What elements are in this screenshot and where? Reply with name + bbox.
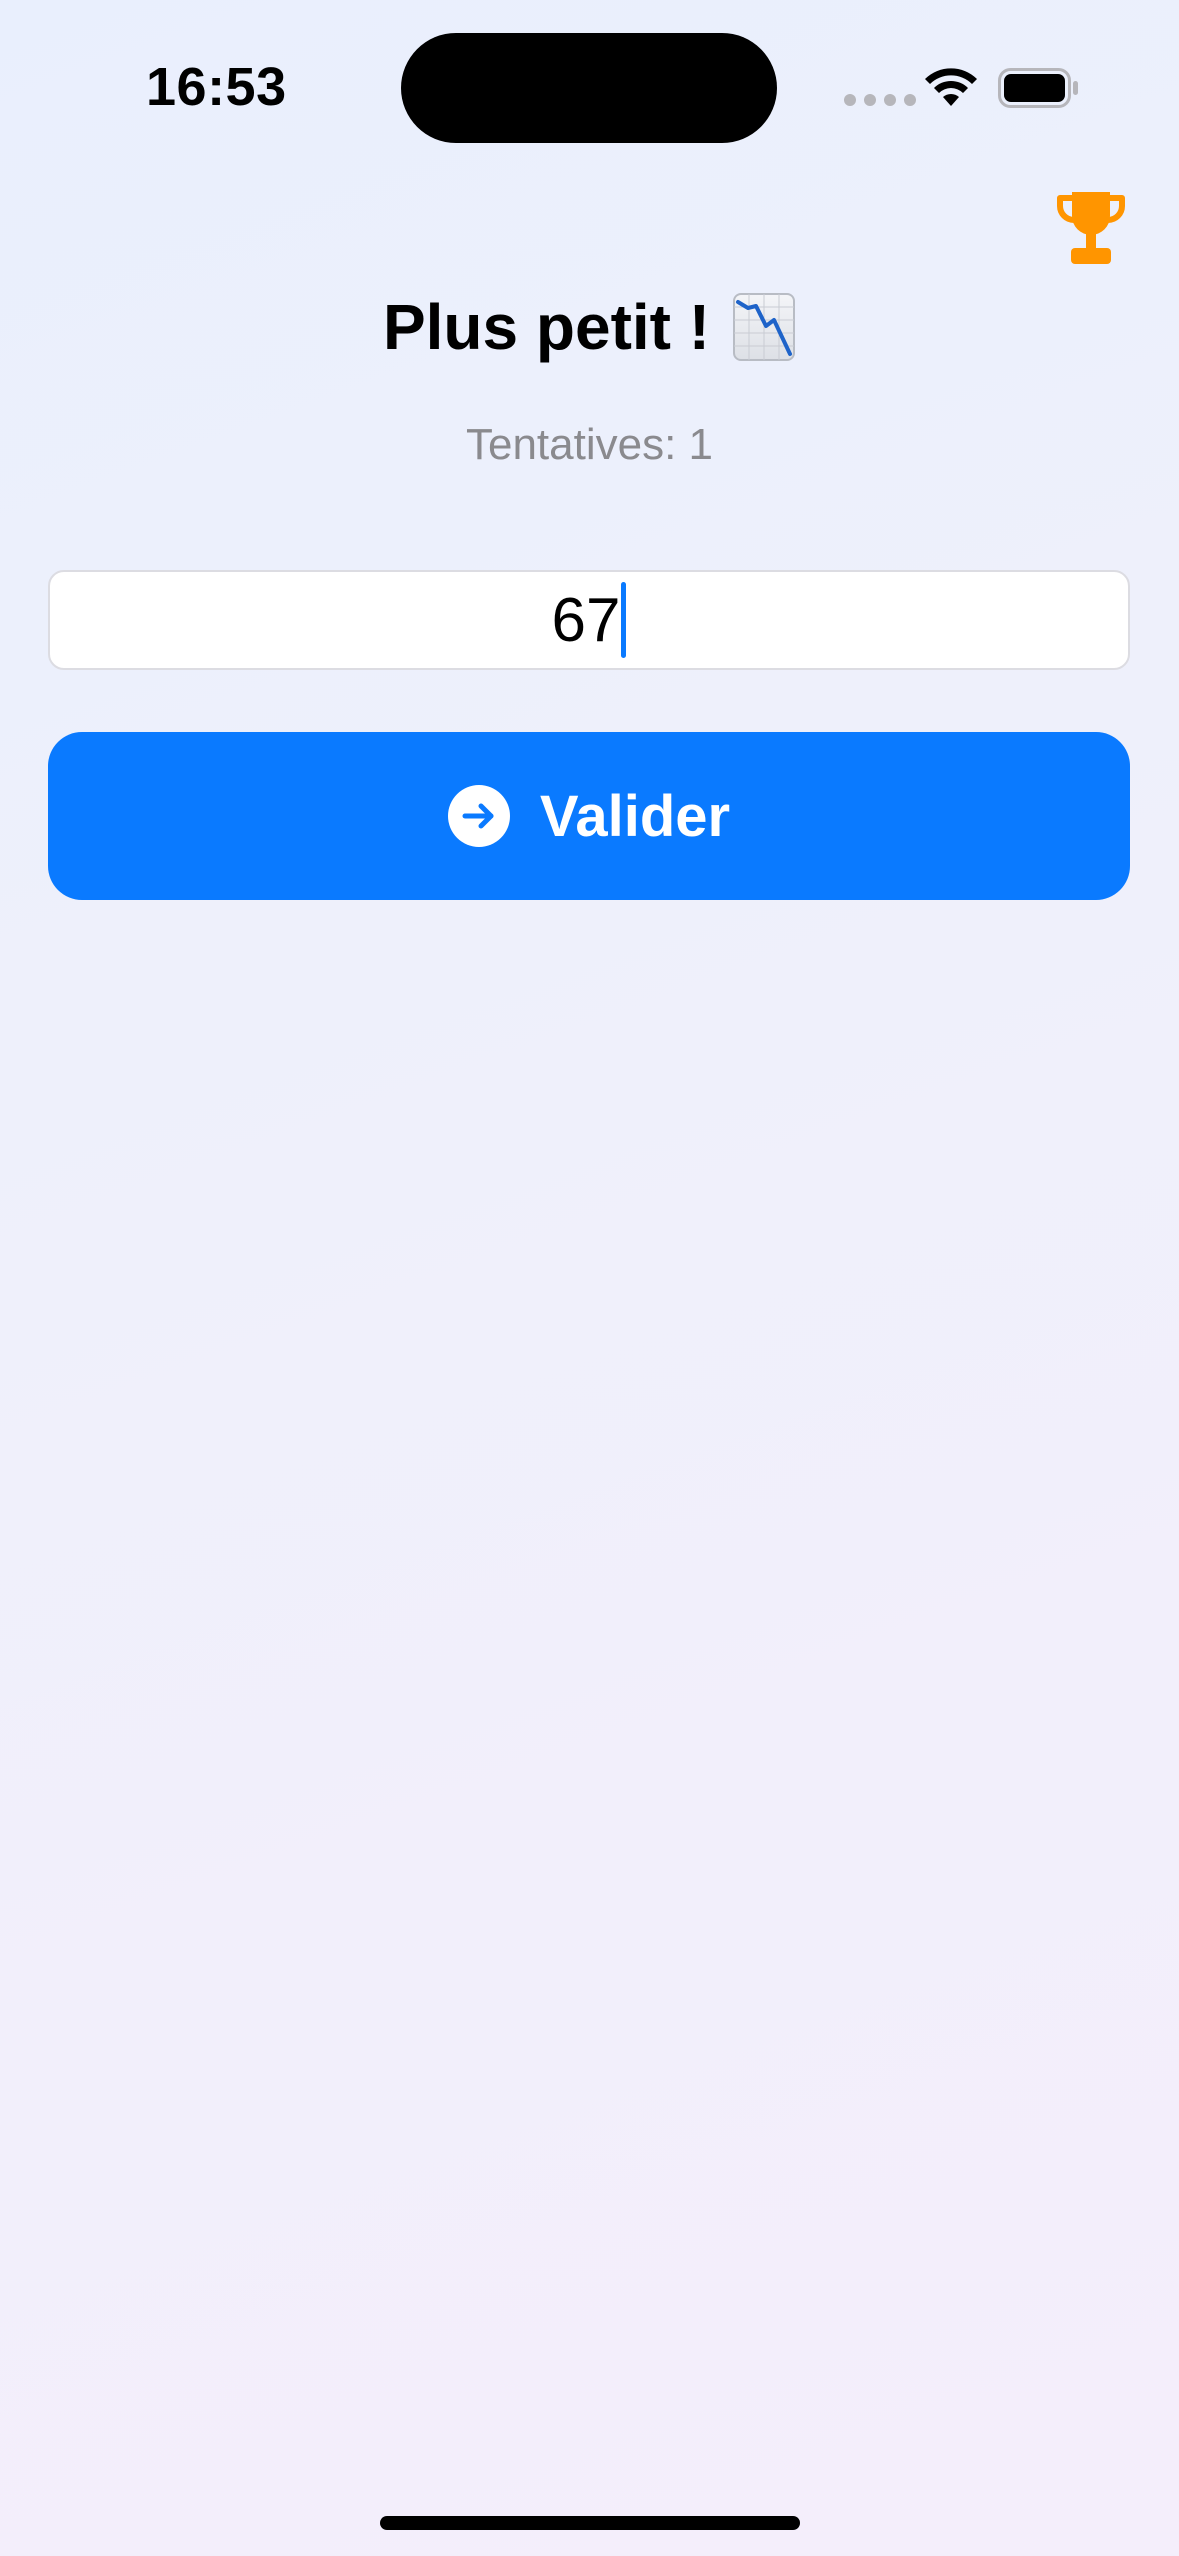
result-title: Plus petit ! (0, 290, 1179, 364)
status-time: 16:53 (146, 57, 287, 117)
trophy-icon[interactable] (1056, 190, 1126, 266)
result-title-text: Plus petit ! (382, 291, 711, 363)
validate-button[interactable]: Valider (48, 732, 1130, 900)
validate-button-label: Valider (539, 783, 731, 849)
battery-icon (998, 68, 1078, 108)
chart-down-icon (733, 293, 796, 361)
attempts-counter: Tentatives: 1 (465, 420, 714, 469)
home-indicator[interactable] (380, 2516, 800, 2530)
guess-input[interactable]: 67 (48, 570, 1130, 670)
text-caret (621, 582, 627, 658)
guess-input-value[interactable]: 67 (552, 585, 621, 656)
wifi-icon (925, 68, 977, 106)
arrow-right-circle-icon (447, 785, 510, 847)
dynamic-island (401, 33, 777, 143)
cellular-signal-icon (844, 94, 916, 106)
